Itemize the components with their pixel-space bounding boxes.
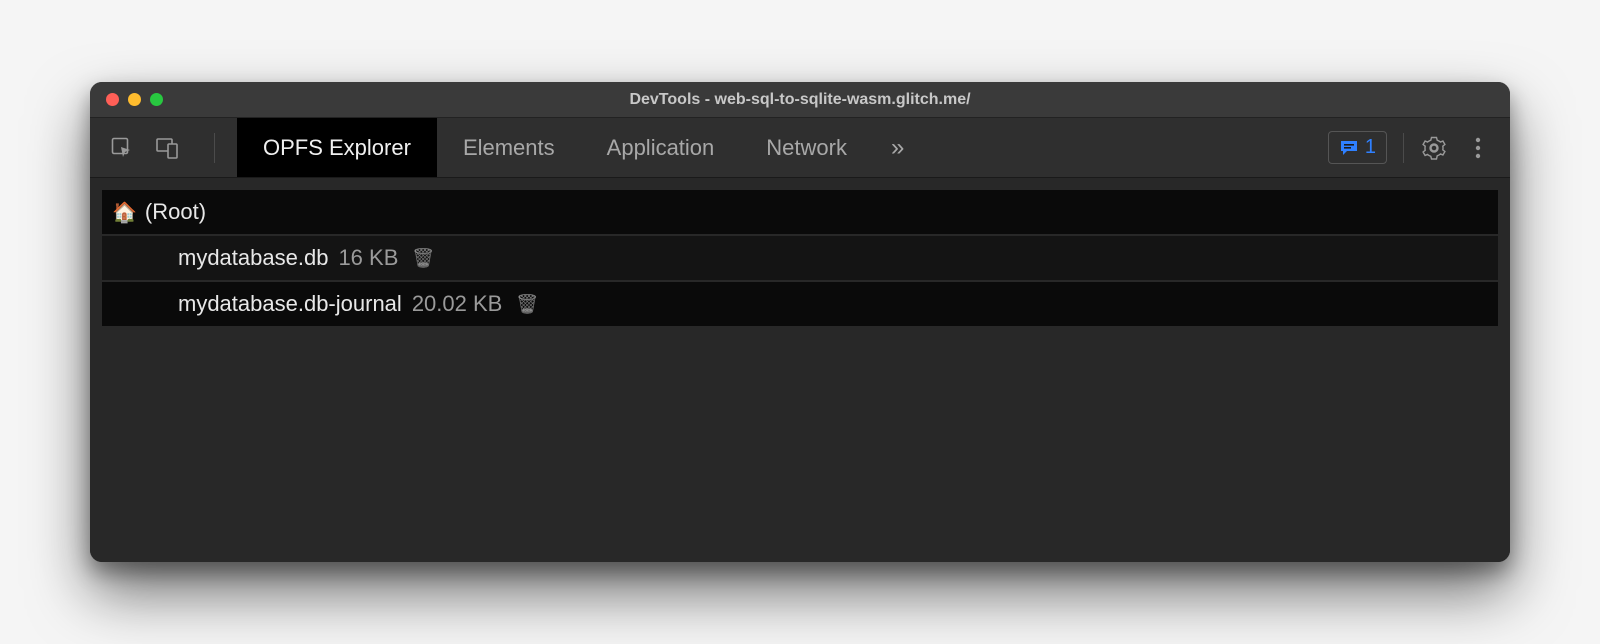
tab-label: Application xyxy=(607,135,715,161)
file-name: mydatabase.db-journal xyxy=(178,291,402,317)
home-icon: 🏠 xyxy=(112,200,137,225)
inspect-element-icon[interactable] xyxy=(108,134,136,162)
maximize-window-button[interactable] xyxy=(150,93,163,106)
opfs-explorer-panel: 🏠 (Root) mydatabase.db 16 KB 🗑️ mydataba… xyxy=(90,178,1510,562)
file-size: 16 KB xyxy=(338,245,398,271)
trash-icon[interactable]: 🗑️ xyxy=(516,294,538,315)
file-row[interactable]: mydatabase.db-journal 20.02 KB 🗑️ xyxy=(102,282,1498,326)
chat-icon xyxy=(1339,138,1359,158)
tab-network[interactable]: Network xyxy=(740,118,873,177)
tab-label: Network xyxy=(766,135,847,161)
root-label: (Root) xyxy=(145,199,206,225)
issues-badge[interactable]: 1 xyxy=(1328,131,1387,164)
overflow-glyph: » xyxy=(891,134,904,162)
toolbar-right: 1 xyxy=(1328,131,1510,164)
panel-tabs: OPFS Explorer Elements Application Netwo… xyxy=(237,118,922,177)
file-size: 20.02 KB xyxy=(412,291,503,317)
kebab-icon xyxy=(1475,137,1481,159)
toolbar-divider xyxy=(1403,133,1404,163)
tab-label: OPFS Explorer xyxy=(263,135,411,161)
tree-root[interactable]: 🏠 (Root) xyxy=(102,190,1498,234)
tab-elements[interactable]: Elements xyxy=(437,118,581,177)
tab-application[interactable]: Application xyxy=(581,118,741,177)
window-title: DevTools - web-sql-to-sqlite-wasm.glitch… xyxy=(90,91,1510,109)
minimize-window-button[interactable] xyxy=(128,93,141,106)
more-menu-button[interactable] xyxy=(1464,134,1492,162)
toolbar-divider xyxy=(214,133,215,163)
titlebar: DevTools - web-sql-to-sqlite-wasm.glitch… xyxy=(90,82,1510,118)
window-controls xyxy=(90,93,163,106)
issues-count: 1 xyxy=(1365,136,1376,159)
file-row[interactable]: mydatabase.db 16 KB 🗑️ xyxy=(102,236,1498,280)
settings-button[interactable] xyxy=(1420,134,1448,162)
file-name: mydatabase.db xyxy=(178,245,328,271)
device-toggle-icon[interactable] xyxy=(154,134,182,162)
tab-label: Elements xyxy=(463,135,555,161)
tab-opfs-explorer[interactable]: OPFS Explorer xyxy=(237,118,437,177)
gear-icon xyxy=(1422,136,1446,160)
toolbar-left xyxy=(90,133,237,163)
trash-icon[interactable]: 🗑️ xyxy=(412,248,434,269)
devtools-window: DevTools - web-sql-to-sqlite-wasm.glitch… xyxy=(90,82,1510,562)
close-window-button[interactable] xyxy=(106,93,119,106)
devtools-toolbar: OPFS Explorer Elements Application Netwo… xyxy=(90,118,1510,178)
tabs-overflow-button[interactable]: » xyxy=(873,118,922,177)
